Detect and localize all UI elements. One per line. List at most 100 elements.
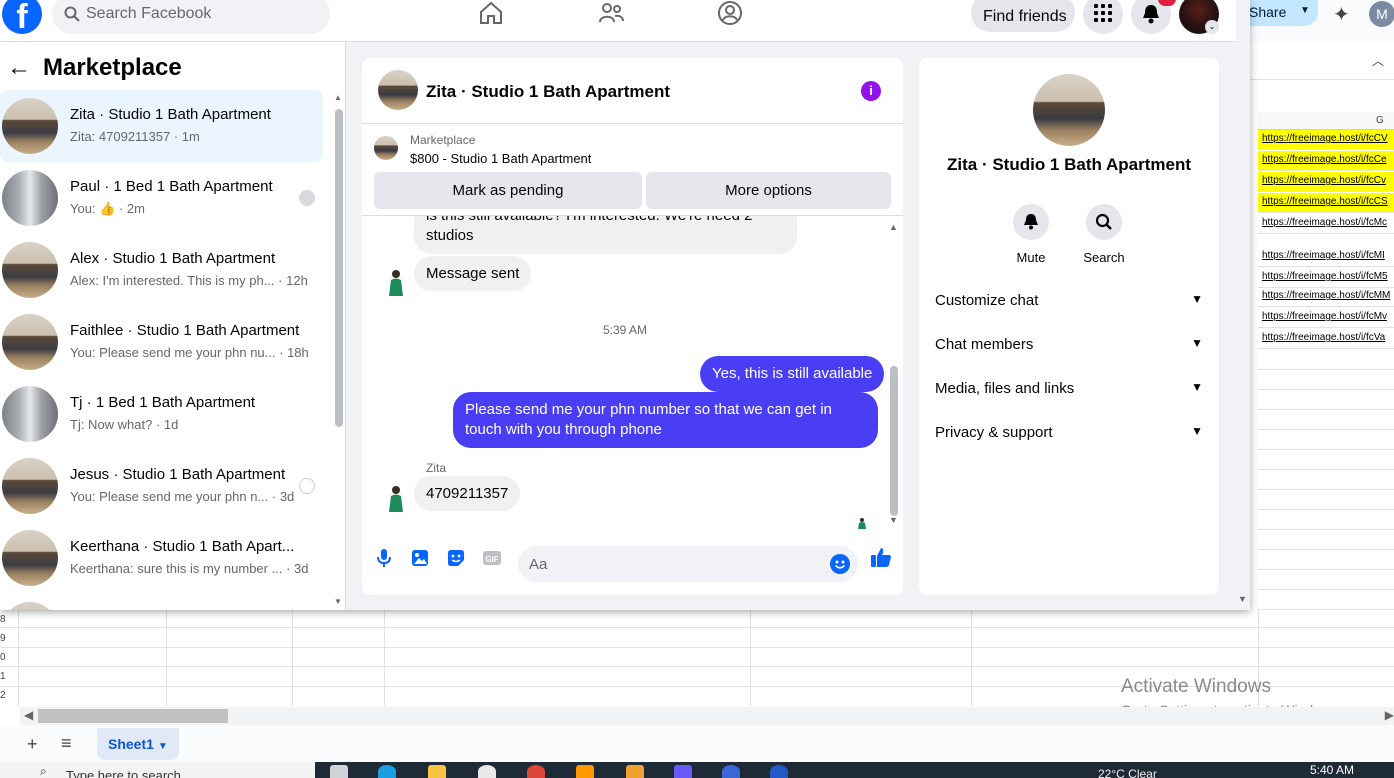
file-explorer-icon[interactable] — [428, 765, 446, 778]
all-sheets-menu-icon[interactable]: ≡ — [61, 733, 72, 754]
share-button[interactable]: Share ▼ — [1249, 0, 1318, 26]
firefox-icon[interactable] — [576, 765, 594, 778]
more-options-button[interactable]: More options — [646, 172, 891, 209]
message-bubble-outgoing[interactable]: Please send me your phn number so that w… — [453, 392, 878, 448]
link-cell[interactable]: https://freeimage.host/i/fcMM — [1258, 287, 1394, 307]
inbox-scrollbar[interactable]: ▲ ▼ — [334, 93, 343, 609]
horizontal-scrollbar[interactable]: ◀ ▶ — [20, 707, 1394, 725]
gemini-icon[interactable]: ✦ — [1333, 2, 1350, 27]
scroll-down-icon[interactable]: ▼ — [889, 515, 898, 525]
facebook-logo[interactable]: f — [2, 0, 42, 36]
conversation-item[interactable]: Keerthana · Studio 1 Bath Apart... Keert… — [0, 522, 323, 594]
account-avatar[interactable]: ⌄ — [1179, 0, 1219, 34]
sheet-tab-dropdown-icon[interactable]: ▼ — [158, 741, 168, 752]
info-icon[interactable]: i — [861, 81, 881, 101]
photo-icon[interactable] — [410, 548, 430, 568]
empty-cell[interactable] — [1258, 430, 1394, 450]
clock-text[interactable]: 5:40 AM — [1310, 763, 1354, 777]
scrollbar-thumb[interactable] — [335, 109, 343, 427]
mark-as-pending-button[interactable]: Mark as pending — [374, 172, 642, 209]
link-cell[interactable]: https://freeimage.host/i/fcCe — [1258, 151, 1394, 171]
microphone-icon[interactable] — [374, 548, 394, 568]
share-dropdown-icon[interactable]: ▼ — [1300, 5, 1310, 16]
column-header-g[interactable]: G — [1258, 112, 1394, 130]
scroll-up-icon[interactable]: ▲ — [889, 222, 898, 232]
find-friends-button[interactable]: Find friends — [971, 0, 1075, 32]
link-cell[interactable]: https://freeimage.host/i/fcMI — [1258, 247, 1394, 267]
message-bubble-incoming[interactable]: is this still available? I'm interested.… — [414, 216, 797, 254]
scroll-down-icon[interactable]: ▼ — [334, 597, 342, 606]
message-bubble-incoming[interactable]: Message sent — [414, 256, 532, 291]
listing-title[interactable]: $800 - Studio 1 Bath Apartment — [410, 151, 591, 166]
thumbs-up-icon[interactable] — [870, 546, 891, 567]
conversation-item[interactable]: Faithlee · Studio 1 Bath Apartment You: … — [0, 306, 323, 378]
empty-cell[interactable] — [1258, 450, 1394, 470]
empty-cell[interactable] — [1258, 570, 1394, 590]
empty-cell[interactable] — [1258, 590, 1394, 610]
listing-thumbnail[interactable] — [374, 136, 398, 160]
empty-cell[interactable] — [1258, 370, 1394, 390]
chat-avatar[interactable] — [378, 70, 418, 110]
home-icon[interactable] — [478, 0, 508, 30]
scroll-left-icon[interactable]: ◀ — [24, 708, 33, 722]
empty-cell[interactable] — [1258, 350, 1394, 370]
conversation-item[interactable]: Paul · 1 Bed 1 Bath Apartment You: 👍 · 2… — [0, 162, 323, 234]
empty-cell[interactable] — [1258, 410, 1394, 430]
sender-avatar[interactable] — [384, 484, 408, 512]
window-scrollbar[interactable]: ▼ — [1236, 0, 1250, 610]
scroll-right-icon[interactable]: ▶ — [1385, 708, 1394, 722]
link-cell[interactable]: https://freeimage.host/i/fcCS — [1258, 193, 1394, 213]
empty-cell[interactable] — [1258, 390, 1394, 410]
message-bubble-outgoing[interactable]: Yes, this is still available — [700, 356, 885, 392]
chat-members-section[interactable]: Chat members ▼ — [935, 336, 1203, 360]
profile-icon[interactable] — [717, 0, 747, 30]
account-avatar[interactable]: M — [1369, 1, 1394, 27]
taskbar-search[interactable]: ⌕ Type here to search — [0, 762, 315, 778]
scrollbar-thumb[interactable] — [38, 709, 228, 723]
scroll-down-icon[interactable]: ▼ — [1238, 594, 1247, 604]
link-cell[interactable]: https://freeimage.host/i/fcM5 — [1258, 268, 1394, 288]
profile-avatar[interactable] — [1033, 74, 1105, 146]
empty-cell[interactable] — [1258, 530, 1394, 550]
sheet-tab[interactable]: Sheet1 ▼ — [97, 728, 179, 760]
conversation-item[interactable] — [0, 594, 323, 610]
privacy-support-section[interactable]: Privacy & support ▼ — [935, 424, 1203, 448]
conversation-item[interactable]: Zita · Studio 1 Bath Apartment Zita: 470… — [0, 90, 323, 162]
message-bubble-incoming[interactable]: 4709211357 — [414, 476, 521, 511]
link-cell[interactable]: https://freeimage.host/i/fcCV — [1258, 130, 1394, 150]
link-cell[interactable]: https://freeimage.host/i/fcMc — [1258, 214, 1394, 234]
conversation-item[interactable]: Alex · Studio 1 Bath Apartment Alex: I'm… — [0, 234, 323, 306]
link-cell[interactable]: https://freeimage.host/i/fcVa — [1258, 329, 1394, 349]
empty-cell[interactable] — [1258, 490, 1394, 510]
emoji-icon[interactable] — [830, 554, 850, 574]
empty-cell[interactable] — [1258, 550, 1394, 570]
chrome-icon[interactable] — [527, 765, 545, 778]
chat-scrollbar[interactable]: ▲ ▼ — [887, 222, 901, 530]
back-arrow-icon[interactable]: ← — [7, 54, 31, 82]
app-icon[interactable] — [626, 765, 644, 778]
empty-cell[interactable] — [1258, 510, 1394, 530]
scroll-up-icon[interactable]: ▲ — [334, 93, 342, 102]
sticker-icon[interactable] — [446, 548, 466, 568]
facebook-search-input[interactable]: Search Facebook — [52, 0, 330, 34]
media-files-links-section[interactable]: Media, files and links ▼ — [935, 380, 1203, 404]
task-view-icon[interactable] — [330, 765, 348, 778]
friends-icon[interactable] — [598, 0, 628, 30]
add-sheet-icon[interactable]: + — [27, 734, 38, 755]
mute-button[interactable]: Mute — [1001, 204, 1061, 265]
app-icon[interactable] — [770, 765, 788, 778]
conversation-item[interactable]: Jesus · Studio 1 Bath Apartment You: Ple… — [0, 450, 323, 522]
link-cell[interactable]: https://freeimage.host/i/fcCv — [1258, 172, 1394, 192]
message-input[interactable]: Aa — [518, 546, 858, 582]
sender-avatar[interactable] — [384, 268, 408, 296]
chat-title[interactable]: Zita · Studio 1 Bath Apartment — [426, 82, 670, 102]
customize-chat-section[interactable]: Customize chat ▼ — [935, 292, 1203, 316]
weather-text[interactable]: 22°C Clear — [1098, 767, 1157, 778]
conversation-item[interactable]: Tj · 1 Bed 1 Bath Apartment Tj: Now what… — [0, 378, 323, 450]
app-icon[interactable] — [478, 765, 496, 778]
search-conversation-button[interactable]: Search — [1074, 204, 1134, 265]
gif-icon[interactable]: GIF — [482, 548, 502, 568]
link-cell[interactable]: https://freeimage.host/i/fcMv — [1258, 308, 1394, 328]
app-icon[interactable] — [722, 765, 740, 778]
empty-cell[interactable] — [1258, 470, 1394, 490]
